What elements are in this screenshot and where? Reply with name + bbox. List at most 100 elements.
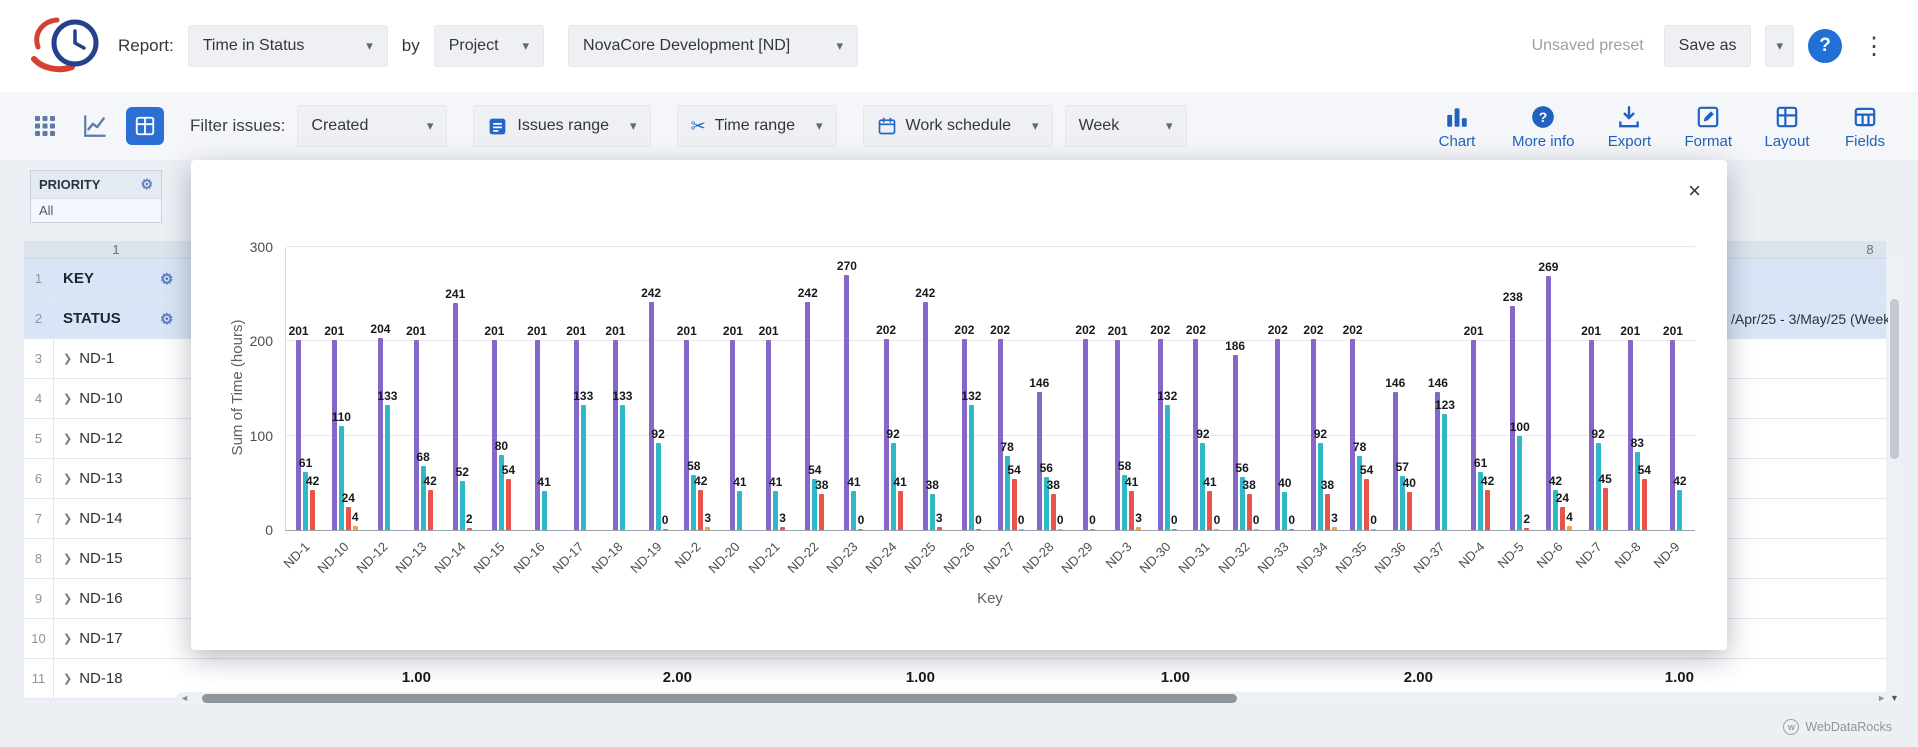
toolbar-action-more-info[interactable]: ?More info [1512, 103, 1575, 150]
bar-ND-26[interactable] [962, 339, 967, 530]
bar-ND-37[interactable] [1435, 392, 1440, 530]
scroll-left-icon[interactable]: ◄ [180, 692, 189, 705]
bar-ND-12[interactable] [378, 338, 383, 530]
bar-ND-22[interactable] [819, 494, 824, 530]
bar-ND-2[interactable] [684, 340, 689, 530]
gear-icon[interactable]: ⚙ [160, 310, 173, 328]
bar-ND-29[interactable] [1090, 529, 1095, 531]
bar-ND-13[interactable] [414, 340, 419, 530]
toolbar-action-layout[interactable]: Layout [1764, 103, 1810, 150]
bar-ND-7[interactable] [1596, 443, 1601, 530]
bar-ND-4[interactable] [1471, 340, 1476, 530]
bar-ND-33[interactable] [1289, 529, 1294, 531]
work-schedule-button[interactable]: Work schedule ▾ [863, 105, 1053, 147]
bar-ND-30[interactable] [1165, 405, 1170, 530]
bar-ND-10[interactable] [353, 526, 358, 530]
toolbar-action-format[interactable]: Format [1684, 103, 1732, 150]
bar-ND-3[interactable] [1115, 340, 1120, 530]
bar-ND-32[interactable] [1233, 355, 1238, 530]
more-menu-button[interactable]: ⋮ [1856, 32, 1892, 61]
help-button[interactable]: ? [1808, 29, 1842, 63]
bar-ND-19[interactable] [663, 529, 668, 531]
webdatarocks-badge[interactable]: w WebDataRocks [1783, 719, 1892, 735]
bar-ND-28[interactable] [1058, 529, 1063, 531]
bar-ND-35[interactable] [1350, 339, 1355, 530]
bar-ND-2[interactable] [705, 527, 710, 530]
bar-ND-20[interactable] [730, 340, 735, 530]
bar-ND-9[interactable] [1677, 490, 1682, 530]
bar-ND-30[interactable] [1172, 529, 1177, 531]
bar-ND-8[interactable] [1642, 479, 1647, 530]
bar-ND-14[interactable] [467, 528, 472, 530]
bar-ND-19[interactable] [649, 302, 654, 530]
project-select[interactable]: NovaCore Development [ND] ▾ [568, 25, 858, 67]
bar-ND-33[interactable] [1275, 339, 1280, 530]
expand-icon[interactable]: ❯ [63, 512, 72, 525]
bar-ND-13[interactable] [428, 490, 433, 530]
expand-icon[interactable]: ❯ [63, 472, 72, 485]
expand-icon[interactable]: ❯ [63, 672, 72, 685]
horizontal-scrollbar-thumb[interactable] [202, 694, 1237, 703]
expand-icon[interactable]: ❯ [63, 552, 72, 565]
bar-ND-36[interactable] [1407, 492, 1412, 530]
expand-icon[interactable]: ❯ [63, 592, 72, 605]
bar-ND-17[interactable] [574, 340, 579, 530]
toolbar-action-export[interactable]: Export [1606, 103, 1652, 150]
scroll-down-icon[interactable]: ▼ [1888, 693, 1901, 703]
bar-ND-27[interactable] [1019, 529, 1024, 531]
bar-ND-3[interactable] [1136, 527, 1141, 530]
save-as-menu-button[interactable]: ▾ [1765, 25, 1794, 67]
group-by-select[interactable]: Project ▾ [434, 25, 544, 67]
bar-ND-22[interactable] [805, 302, 810, 530]
bar-ND-25[interactable] [923, 302, 928, 530]
horizontal-scrollbar[interactable]: ◄ ► [176, 692, 1890, 705]
gear-icon[interactable]: ⚙ [160, 270, 173, 288]
bar-ND-12[interactable] [385, 405, 390, 530]
bar-ND-6[interactable] [1567, 526, 1572, 530]
scroll-right-icon[interactable]: ► [1877, 692, 1886, 705]
bar-ND-4[interactable] [1485, 490, 1490, 530]
bar-ND-15[interactable] [506, 479, 511, 530]
vertical-scrollbar-thumb[interactable] [1890, 299, 1899, 459]
bar-ND-14[interactable] [453, 303, 458, 530]
issues-range-button[interactable]: Issues range ▾ [473, 105, 650, 147]
bar-ND-16[interactable] [542, 491, 547, 530]
expand-icon[interactable]: ❯ [63, 632, 72, 645]
bar-ND-31[interactable] [1214, 529, 1219, 531]
bar-ND-18[interactable] [620, 405, 625, 530]
bar-ND-18[interactable] [613, 340, 618, 530]
bar-ND-21[interactable] [766, 340, 771, 530]
bar-ND-20[interactable] [737, 491, 742, 530]
view-table-button[interactable] [126, 107, 164, 145]
bar-ND-26[interactable] [976, 529, 981, 531]
toolbar-action-chart[interactable]: Chart [1434, 103, 1480, 150]
gear-icon[interactable]: ⚙ [140, 176, 153, 193]
bar-ND-5[interactable] [1510, 306, 1515, 531]
bar-ND-23[interactable] [858, 529, 863, 531]
bar-ND-15[interactable] [492, 340, 497, 530]
save-as-button[interactable]: Save as [1664, 25, 1752, 67]
report-type-select[interactable]: Time in Status ▾ [188, 25, 388, 67]
bar-ND-34[interactable] [1332, 527, 1337, 530]
expand-icon[interactable]: ❯ [63, 392, 72, 405]
bar-ND-21[interactable] [780, 527, 785, 530]
expand-icon[interactable]: ❯ [63, 432, 72, 445]
bar-ND-24[interactable] [898, 491, 903, 530]
filter-created-select[interactable]: Created ▾ [297, 105, 447, 147]
expand-icon[interactable]: ❯ [63, 352, 72, 365]
vertical-scrollbar[interactable]: ▼ [1888, 259, 1901, 704]
bar-ND-23[interactable] [844, 275, 849, 530]
bar-ND-17[interactable] [581, 405, 586, 530]
bar-ND-1[interactable] [310, 490, 315, 530]
bar-ND-37[interactable] [1442, 414, 1447, 530]
bar-ND-32[interactable] [1254, 529, 1259, 531]
view-grid-button[interactable] [26, 107, 64, 145]
close-icon[interactable]: × [1688, 180, 1701, 202]
bar-ND-35[interactable] [1371, 529, 1376, 531]
bar-ND-30[interactable] [1158, 339, 1163, 530]
bar-ND-26[interactable] [969, 405, 974, 530]
bar-ND-7[interactable] [1603, 488, 1608, 530]
bar-ND-16[interactable] [535, 340, 540, 530]
priority-filter[interactable]: PRIORITY ⚙ All [30, 170, 162, 223]
bar-ND-5[interactable] [1524, 528, 1529, 530]
